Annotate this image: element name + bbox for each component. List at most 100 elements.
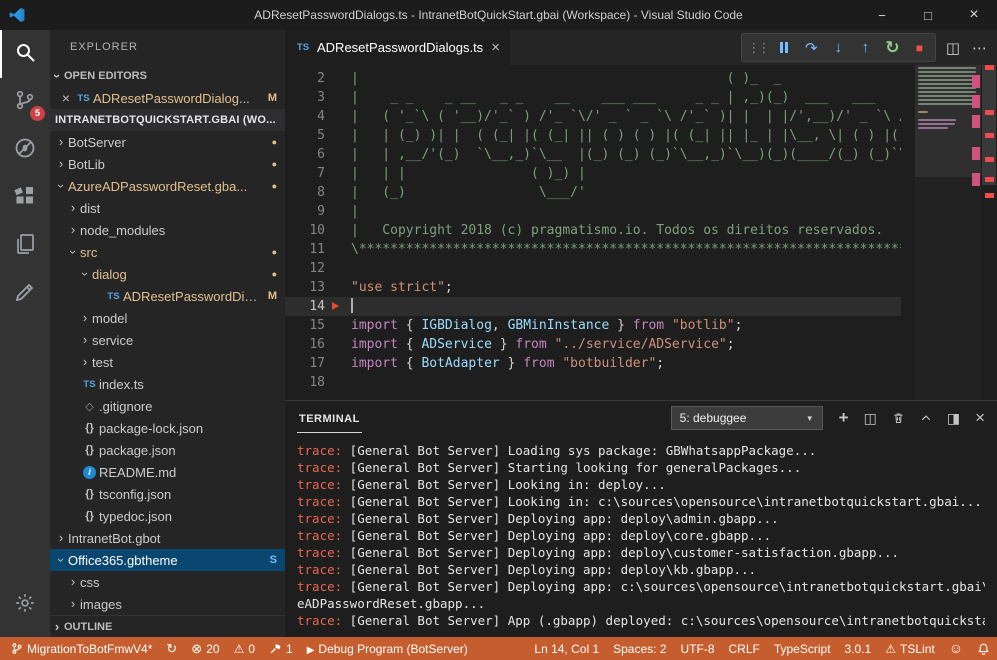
status-build-tasks[interactable]: 1 — [262, 637, 300, 660]
tree-item-css[interactable]: ›css — [50, 571, 285, 593]
glyph-margin[interactable] — [325, 183, 351, 202]
tree-item-dist[interactable]: ›dist — [50, 197, 285, 219]
status-eol[interactable]: CRLF — [722, 637, 767, 660]
terminal-tab[interactable]: TERMINAL — [297, 404, 362, 433]
status-notifications[interactable] — [970, 637, 997, 660]
glyph-margin[interactable] — [325, 259, 351, 278]
tree-item-gitignore[interactable]: ◇.gitignore — [50, 395, 285, 417]
status-sync[interactable]: ↻ — [159, 637, 184, 660]
code-line-12[interactable]: 12 — [285, 259, 901, 278]
status-problems-errors[interactable]: ⊗20 — [184, 637, 226, 660]
status-ts-version[interactable]: 3.0.1 — [838, 637, 879, 660]
code-line-5[interactable]: 5| | (_) )| | ( (_| |( (_| || ( ) ( ) |(… — [285, 126, 901, 145]
glyph-margin[interactable] — [325, 354, 351, 373]
close-panel-icon[interactable]: × — [975, 408, 985, 428]
glyph-margin[interactable] — [325, 221, 351, 240]
tree-item-model[interactable]: ›model — [50, 307, 285, 329]
activity-item-source-control[interactable]: 5 — [0, 78, 50, 126]
status-cursor-position[interactable]: Ln 14, Col 1 — [527, 637, 606, 660]
code-line-18[interactable]: 18 — [285, 373, 901, 392]
tree-item-index-ts[interactable]: TSindex.ts — [50, 373, 285, 395]
tree-item-readme-md[interactable]: iREADME.md — [50, 461, 285, 483]
glyph-margin[interactable] — [325, 240, 351, 259]
maximize-panel-icon[interactable] — [920, 412, 932, 424]
outline-header[interactable]: › OUTLINE — [50, 615, 285, 637]
window-minimize-button[interactable]: − — [859, 0, 905, 30]
status-tslint[interactable]: ⚠TSLint — [878, 637, 941, 660]
status-encoding[interactable]: UTF-8 — [674, 637, 722, 660]
glyph-margin[interactable] — [325, 145, 351, 164]
status-feedback[interactable]: ☺ — [942, 637, 970, 660]
scrollbar-thumb[interactable] — [982, 65, 996, 185]
activity-item-debug[interactable] — [0, 126, 50, 174]
close-editor-icon[interactable]: × — [58, 90, 74, 106]
code-line-11[interactable]: 11\*************************************… — [285, 240, 901, 259]
tree-item-intranetbot-gbot[interactable]: ›IntranetBot.gbot — [50, 527, 285, 549]
glyph-margin[interactable] — [325, 88, 351, 107]
code-editor[interactable]: 2| ( )_ _ |3| _ _ _ __ _ _ __ ___ ___ _ … — [285, 65, 997, 400]
status-git-branch[interactable]: MigrationToBotFmwV4* — [4, 637, 159, 660]
tab-close-icon[interactable]: × — [491, 39, 500, 56]
activity-item-search[interactable] — [0, 30, 50, 78]
tree-item-package-json[interactable]: {}package.json — [50, 439, 285, 461]
tree-item-service[interactable]: ›service — [50, 329, 285, 351]
activity-item-files[interactable] — [0, 222, 50, 270]
code-line-7[interactable]: 7| | | ( )_) | | — [285, 164, 901, 183]
code-line-13[interactable]: 13"use strict"; — [285, 278, 901, 297]
restart-button[interactable]: ↻ — [879, 38, 906, 58]
code-line-14[interactable]: 14 — [285, 297, 901, 316]
code-line-9[interactable]: 9| | — [285, 202, 901, 221]
code-line-16[interactable]: 16import { ADService } from "../service/… — [285, 335, 901, 354]
glyph-margin[interactable] — [325, 373, 351, 392]
glyph-margin[interactable] — [325, 278, 351, 297]
window-close-button[interactable]: × — [951, 0, 997, 30]
tree-item-adresetpassworddial[interactable]: TSADResetPasswordDial...M — [50, 285, 285, 307]
terminal-output[interactable]: trace: [General Bot Server] Loading sys … — [285, 435, 997, 637]
glyph-margin[interactable] — [325, 164, 351, 183]
glyph-margin[interactable] — [325, 297, 351, 316]
step-over-button[interactable]: ↷ — [798, 39, 825, 57]
tree-item-dialog[interactable]: ›dialog● — [50, 263, 285, 285]
editor-scrollbar[interactable] — [981, 65, 997, 400]
tree-item-package-lock-json[interactable]: {}package-lock.json — [50, 417, 285, 439]
tree-item-botlib[interactable]: ›BotLib● — [50, 153, 285, 175]
tree-item-src[interactable]: ›src● — [50, 241, 285, 263]
stop-button[interactable]: ■ — [906, 41, 933, 55]
more-actions-icon[interactable]: ⋯ — [972, 39, 987, 57]
status-language-mode[interactable]: TypeScript — [767, 637, 838, 660]
status-indentation[interactable]: Spaces: 2 — [606, 637, 673, 660]
open-editors-header[interactable]: › OPEN EDITORS — [50, 65, 285, 87]
step-into-button[interactable]: ↓ — [825, 39, 852, 56]
new-terminal-icon[interactable]: + — [839, 408, 849, 428]
code-line-6[interactable]: 6| | ,__/'(_) `\__,_)`\__ |(_) (_) (_)`\… — [285, 145, 901, 164]
tab-active-file[interactable]: TS ADResetPasswordDialogs.ts × — [285, 30, 510, 65]
status-debug-program[interactable]: ▶Debug Program (BotServer) — [300, 637, 475, 660]
window-maximize-button[interactable]: □ — [905, 0, 951, 30]
tree-item-images[interactable]: ›images — [50, 593, 285, 615]
tree-item-typedoc-json[interactable]: {}typedoc.json — [50, 505, 285, 527]
code-line-2[interactable]: 2| ( )_ _ | — [285, 69, 901, 88]
code-area[interactable]: 2| ( )_ _ |3| _ _ _ __ _ _ __ ___ ___ _ … — [285, 65, 901, 400]
code-line-8[interactable]: 8| (_) \___/' | — [285, 183, 901, 202]
tree-item-node-modules[interactable]: ›node_modules — [50, 219, 285, 241]
minimap[interactable] — [915, 65, 981, 400]
glyph-margin[interactable] — [325, 107, 351, 126]
open-editor-adresetpassworddialog[interactable]: ×TSADResetPasswordDialog...M — [50, 87, 285, 109]
glyph-margin[interactable] — [325, 335, 351, 354]
code-line-10[interactable]: 10| Copyright 2018 (c) pragmatismo.io. T… — [285, 221, 901, 240]
activity-item-edit[interactable] — [0, 270, 50, 318]
terminal-selector[interactable]: 5: debuggee ▼ — [671, 406, 823, 430]
workspace-section-header[interactable]: INTRANETBOTQUICKSTART.GBAI (WO... — [50, 109, 285, 131]
glyph-margin[interactable] — [325, 69, 351, 88]
glyph-margin[interactable] — [325, 202, 351, 221]
glyph-margin[interactable] — [325, 126, 351, 145]
activity-item-settings[interactable] — [0, 581, 50, 629]
split-editor-icon[interactable]: ◫ — [946, 39, 960, 57]
activity-item-extensions[interactable] — [0, 174, 50, 222]
code-line-17[interactable]: 17import { BotAdapter } from "botbuilder… — [285, 354, 901, 373]
status-problems-warnings[interactable]: ⚠0 — [227, 637, 262, 660]
tree-item-test[interactable]: ›test — [50, 351, 285, 373]
step-out-button[interactable]: ↑ — [852, 39, 879, 56]
kill-terminal-icon[interactable] — [892, 411, 905, 425]
split-terminal-icon[interactable]: ◫ — [864, 410, 877, 427]
